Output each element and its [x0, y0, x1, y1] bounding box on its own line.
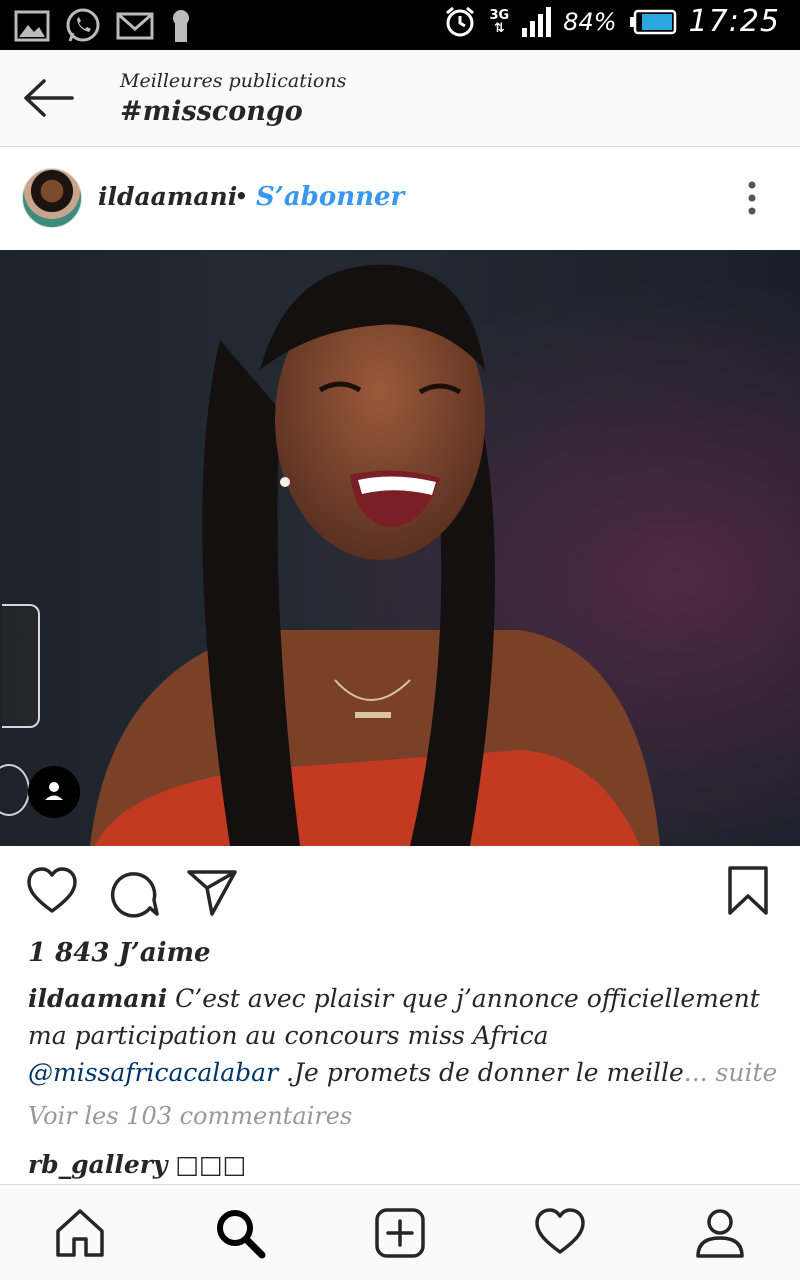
hashtag-title: #misscongo [120, 96, 303, 127]
post-username[interactable]: ildaamani [98, 182, 237, 211]
caption-text-continued: .Je promets de donner le meille [278, 1058, 684, 1087]
network-type: 3G ⇅ [489, 7, 510, 36]
caption-more-link[interactable]: suite [716, 1058, 778, 1087]
caption-username[interactable]: ildaamani [28, 984, 167, 1013]
add-post-icon[interactable] [374, 1207, 426, 1259]
post-header: ildaamani • S’abonner [0, 148, 800, 250]
home-icon[interactable] [54, 1207, 106, 1259]
comment-text: □□□ [167, 1150, 247, 1179]
clock: 17:25 [688, 4, 780, 39]
comment-username[interactable]: rb_gallery [28, 1150, 167, 1179]
top-bar: Meilleures publications #misscongo [0, 50, 800, 147]
alarm-icon [446, 6, 475, 36]
activity-heart-icon[interactable] [534, 1207, 586, 1259]
battery-icon [629, 9, 676, 34]
battery-percent: 84% [563, 7, 617, 36]
comment-icon[interactable] [108, 868, 160, 920]
back-arrow-icon[interactable] [22, 78, 74, 118]
status-bar: 3G ⇅ 84% 17:25 [0, 0, 800, 50]
avatar[interactable] [22, 168, 82, 228]
bookmark-icon[interactable] [722, 866, 774, 918]
whatsapp-icon [66, 8, 100, 42]
share-direct-icon[interactable] [186, 866, 238, 918]
likes-count[interactable]: 1 843 J’aime [28, 938, 211, 968]
search-icon[interactable] [214, 1207, 266, 1259]
like-heart-icon[interactable] [26, 866, 78, 918]
first-comment: rb_gallery □□□ [28, 1150, 246, 1179]
caption-mention[interactable]: @missafricacalabar [28, 1058, 278, 1087]
separator-dot: • [234, 182, 249, 211]
gmail-icon [116, 12, 154, 40]
follow-button[interactable]: S’abonner [256, 182, 404, 212]
more-options-icon[interactable] [746, 180, 758, 216]
bottom-navigation [0, 1184, 800, 1280]
profile-icon[interactable] [694, 1207, 746, 1259]
side-drawer-handle[interactable] [2, 604, 40, 728]
view-comments-link[interactable]: Voir les 103 commentaires [28, 1102, 352, 1130]
caption-ellipsis: ... [683, 1058, 716, 1087]
portrait-illustration [0, 250, 800, 846]
post-caption: ildaamani C’est avec plaisir que j’annon… [28, 980, 778, 1091]
user-tag-icon[interactable] [28, 766, 80, 818]
post-actions [0, 846, 800, 936]
gallery-icon [14, 10, 50, 42]
header-subtitle: Meilleures publications [120, 70, 347, 92]
signal-icon [522, 6, 552, 37]
post-photo[interactable] [0, 250, 800, 846]
keyhole-icon [173, 10, 189, 42]
